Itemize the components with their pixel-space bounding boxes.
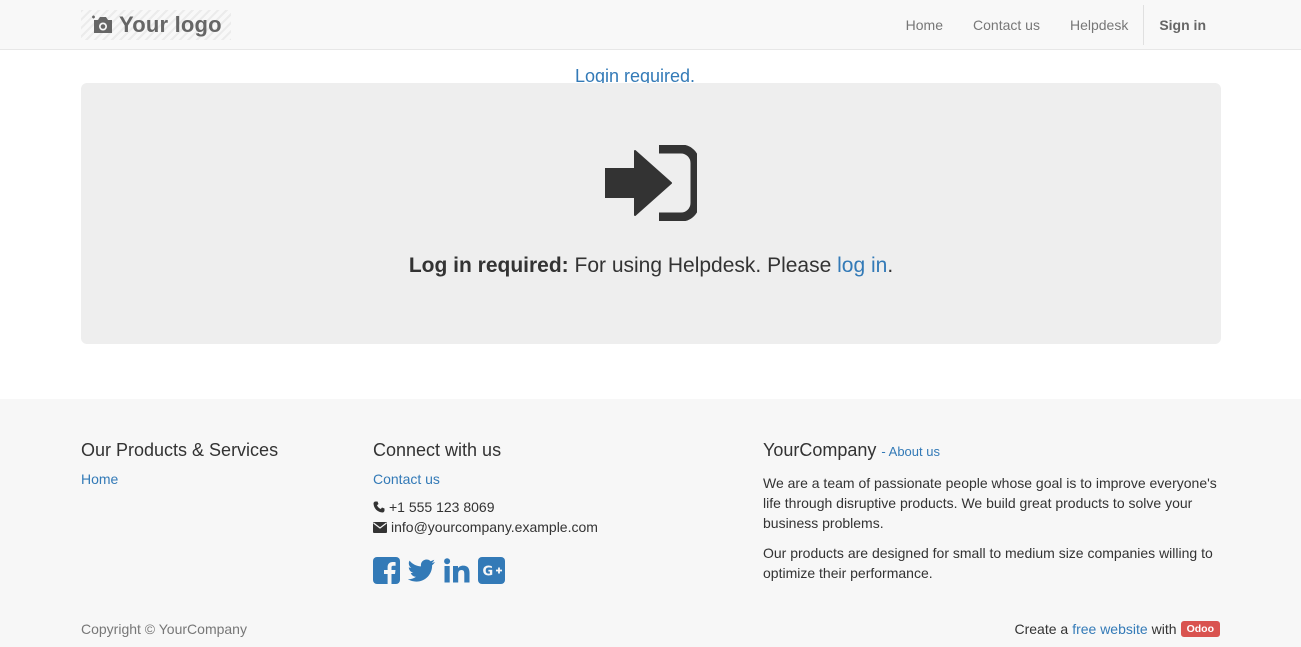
company-name: YourCompany <box>763 440 877 460</box>
email-line: info@yourcompany.example.com <box>373 517 598 537</box>
main-nav: Home Contact us Helpdesk Sign in <box>891 0 1221 50</box>
svg-text:G: G <box>483 565 494 580</box>
login-message-end: . <box>887 254 894 277</box>
company-products-description: Our products are designed for small to m… <box>763 545 1213 581</box>
footer-connect: Connect with us Contact us +1 555 123 80… <box>373 439 598 584</box>
odoo-badge[interactable]: Odoo <box>1180 621 1220 637</box>
nav-helpdesk[interactable]: Helpdesk <box>1055 0 1143 50</box>
nav-contact-us[interactable]: Contact us <box>958 0 1055 50</box>
google-plus-icon[interactable]: G <box>478 557 505 584</box>
linkedin-icon[interactable] <box>444 558 470 583</box>
footer: Our Products & Services Home Connect wit… <box>0 399 1301 647</box>
navbar: Your logo Home Contact us Helpdesk Sign … <box>0 0 1301 50</box>
footer-products: Our Products & Services Home <box>81 439 278 487</box>
login-message-bold: Log in required: <box>408 254 569 277</box>
phone-icon <box>373 501 385 513</box>
company-description: We are a team of passionate people whose… <box>763 475 1217 531</box>
phone-number: +1 555 123 8069 <box>389 499 495 515</box>
products-heading: Our Products & Services <box>81 440 279 460</box>
about-us-link[interactable]: - About us <box>881 444 940 459</box>
social-links: G <box>373 557 598 584</box>
facebook-icon[interactable] <box>373 557 400 584</box>
powered-middle: with <box>1151 621 1177 637</box>
login-message: Log in required: For using Helpdesk. Ple… <box>81 254 1221 278</box>
sign-in-icon <box>605 145 697 221</box>
login-message-text: For using Helpdesk. Please <box>568 254 838 277</box>
login-required-panel: Log in required: For using Helpdesk. Ple… <box>81 83 1221 344</box>
sign-in-link[interactable]: Sign in <box>1144 0 1221 50</box>
footer-home-link[interactable]: Home <box>81 471 278 487</box>
log-in-link[interactable]: log in <box>837 254 887 277</box>
logo[interactable]: Your logo <box>81 10 231 40</box>
email-address: info@yourcompany.example.com <box>391 519 598 535</box>
nav-home[interactable]: Home <box>891 0 958 50</box>
copyright: Copyright © YourCompany <box>81 621 247 637</box>
free-website-link[interactable]: free website <box>1072 621 1147 637</box>
footer-contact-link[interactable]: Contact us <box>373 471 598 487</box>
company-heading: YourCompany - About us <box>763 439 1223 463</box>
camera-icon <box>92 15 112 33</box>
connect-heading: Connect with us <box>373 440 502 460</box>
phone-line: +1 555 123 8069 <box>373 497 598 517</box>
powered-by: Create a free website with Odoo <box>1014 621 1220 637</box>
envelope-icon <box>373 521 387 533</box>
twitter-icon[interactable] <box>408 559 436 583</box>
logo-text: Your logo <box>119 12 222 37</box>
powered-prefix: Create a <box>1014 621 1069 637</box>
footer-company: YourCompany - About us We are a team of … <box>763 439 1223 583</box>
